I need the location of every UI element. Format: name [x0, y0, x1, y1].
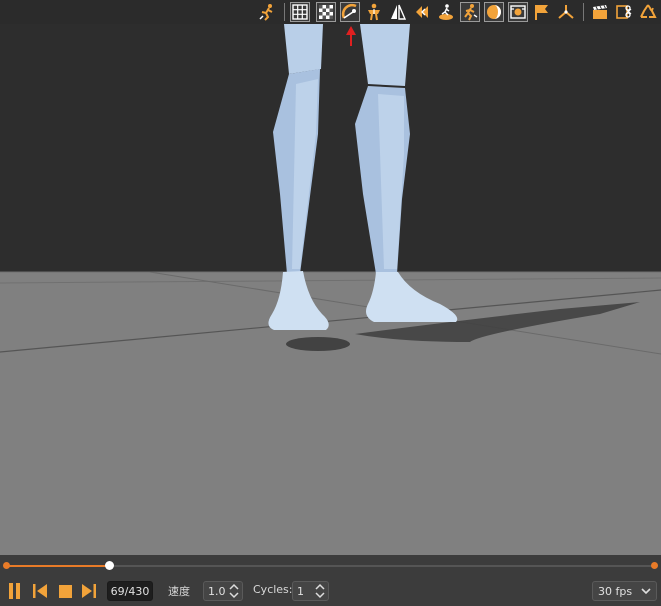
pause-button[interactable] — [6, 581, 24, 601]
root-motion-icon[interactable] — [436, 2, 456, 22]
chevron-down-icon — [641, 588, 651, 595]
spinbox-arrows-icon[interactable] — [315, 583, 325, 599]
toolbar — [0, 0, 661, 24]
walk-in-place-icon[interactable] — [460, 2, 480, 22]
recycle-icon[interactable] — [638, 2, 658, 22]
clapperboard-icon[interactable] — [590, 2, 610, 22]
3d-viewport[interactable] — [0, 24, 661, 555]
camera-frame-icon[interactable] — [508, 2, 528, 22]
rewind-icon[interactable] — [412, 2, 432, 22]
timeline-playhead[interactable] — [105, 561, 115, 570]
speed-spinbox[interactable]: 1.0 — [203, 581, 243, 601]
flag-icon[interactable] — [532, 2, 552, 22]
grid-icon[interactable] — [290, 2, 310, 22]
cycles-spinbox[interactable]: 1 — [292, 581, 329, 601]
fps-value: 30 fps — [598, 584, 633, 598]
timeline-scrubber[interactable] — [0, 555, 661, 577]
viewport-background — [0, 24, 661, 272]
speed-label: 速度 — [168, 585, 190, 598]
timeline-progress — [6, 565, 110, 567]
playback-controls: 69/430 速度 1.0 Cycles: 1 30 fps — [0, 577, 661, 606]
timeline-start-marker[interactable] — [3, 562, 10, 569]
checkerboard-floor-icon[interactable] — [316, 2, 336, 22]
character-pose-icon[interactable] — [257, 2, 277, 22]
timeline-end-marker[interactable] — [651, 562, 658, 569]
mirror-symmetry-icon[interactable] — [388, 2, 408, 22]
skeleton-icon[interactable] — [364, 2, 384, 22]
speed-value: 1.0 — [208, 584, 226, 598]
step-forward-button[interactable] — [80, 581, 98, 601]
axes-icon[interactable] — [556, 2, 576, 22]
export-scissors-icon[interactable] — [614, 2, 634, 22]
animation-viewer: 69/430 速度 1.0 Cycles: 1 30 fps — [0, 0, 661, 606]
foot-shadow — [286, 337, 350, 351]
spinbox-arrows-icon[interactable] — [229, 583, 239, 599]
shading-icon[interactable] — [484, 2, 504, 22]
fps-dropdown[interactable]: 30 fps — [592, 581, 657, 601]
toolbar-separator — [583, 3, 584, 21]
light-arc-icon[interactable] — [340, 2, 360, 22]
toolbar-separator — [284, 3, 285, 21]
cycles-value: 1 — [297, 584, 304, 598]
frame-counter: 69/430 — [107, 581, 153, 601]
stop-button[interactable] — [56, 581, 74, 601]
cycles-label: Cycles: — [253, 583, 293, 596]
step-back-button[interactable] — [31, 581, 49, 601]
